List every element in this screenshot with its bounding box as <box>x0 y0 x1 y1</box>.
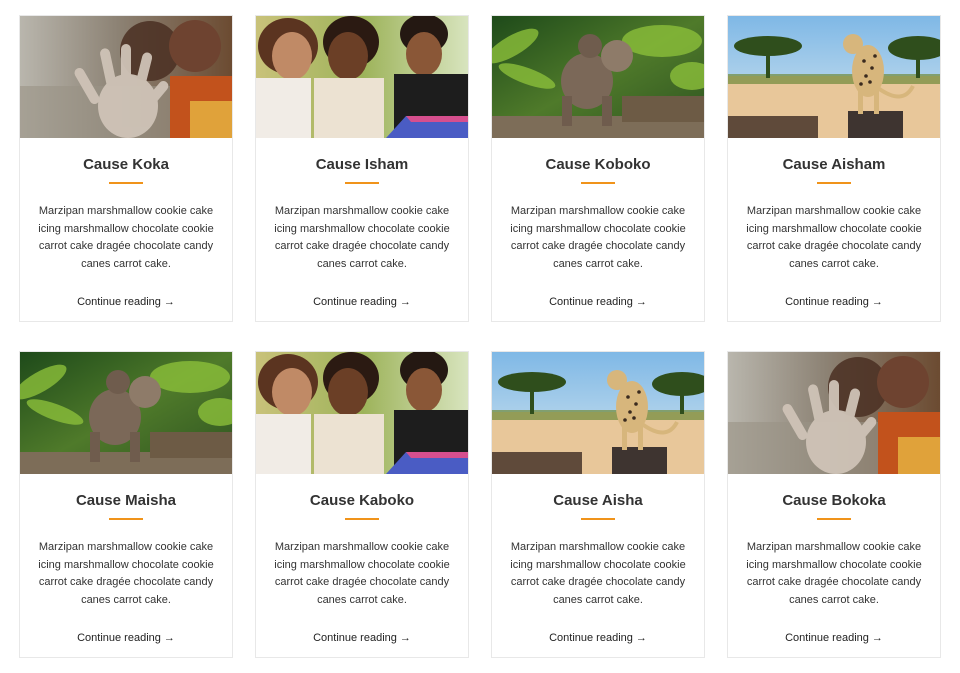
continue-reading-label: Continue reading <box>77 632 161 644</box>
arrow-right-icon: → <box>871 632 883 644</box>
hand-boy-photo <box>728 352 940 474</box>
cause-image[interactable] <box>728 352 940 474</box>
cause-image[interactable] <box>492 352 704 474</box>
cause-title[interactable]: Cause Koka <box>20 155 232 175</box>
continue-reading-label: Continue reading <box>77 296 161 308</box>
continue-reading-label: Continue reading <box>785 632 869 644</box>
cause-image[interactable] <box>728 16 940 138</box>
children-reading-photo <box>256 16 468 138</box>
cause-card: Cause Koboko Marzipan marshmallow cookie… <box>491 15 705 322</box>
cheetah-savanna-photo <box>728 16 940 138</box>
continue-reading-link[interactable]: Continue reading → <box>256 295 468 309</box>
cause-description: Marzipan marshmallow cookie cake icing m… <box>746 541 922 606</box>
title-underline <box>109 182 143 184</box>
title-underline <box>345 182 379 184</box>
arrow-right-icon: → <box>635 632 647 644</box>
cause-card: Cause Isham Marzipan marshmallow cookie … <box>255 15 469 322</box>
cause-card: Cause Koka Marzipan marshmallow cookie c… <box>19 15 233 322</box>
hand-boy-photo <box>20 16 232 138</box>
cause-title[interactable]: Cause Bokoka <box>728 491 940 511</box>
continue-reading-link[interactable]: Continue reading → <box>492 631 704 645</box>
monkey-jungle-photo <box>492 16 704 138</box>
continue-reading-label: Continue reading <box>313 632 397 644</box>
cause-title[interactable]: Cause Aisha <box>492 491 704 511</box>
arrow-right-icon: → <box>635 296 647 308</box>
children-reading-photo <box>256 352 468 474</box>
arrow-right-icon: → <box>399 296 411 308</box>
cause-description: Marzipan marshmallow cookie cake icing m… <box>510 205 686 270</box>
cause-card: Cause Maisha Marzipan marshmallow cookie… <box>19 351 233 658</box>
continue-reading-link[interactable]: Continue reading → <box>492 295 704 309</box>
cheetah-savanna-photo <box>492 352 704 474</box>
continue-reading-link[interactable]: Continue reading → <box>728 631 940 645</box>
title-underline <box>109 518 143 520</box>
continue-reading-label: Continue reading <box>785 296 869 308</box>
cause-description: Marzipan marshmallow cookie cake icing m… <box>746 205 922 270</box>
continue-reading-link[interactable]: Continue reading → <box>256 631 468 645</box>
arrow-right-icon: → <box>871 296 883 308</box>
cause-description: Marzipan marshmallow cookie cake icing m… <box>38 205 214 270</box>
cause-image[interactable] <box>256 16 468 138</box>
cause-title[interactable]: Cause Maisha <box>20 491 232 511</box>
arrow-right-icon: → <box>163 632 175 644</box>
cause-title[interactable]: Cause Koboko <box>492 155 704 175</box>
monkey-jungle-photo <box>20 352 232 474</box>
cause-image[interactable] <box>492 16 704 138</box>
continue-reading-link[interactable]: Continue reading → <box>20 631 232 645</box>
arrow-right-icon: → <box>163 296 175 308</box>
cause-image[interactable] <box>20 352 232 474</box>
cause-title[interactable]: Cause Isham <box>256 155 468 175</box>
cause-description: Marzipan marshmallow cookie cake icing m… <box>510 541 686 606</box>
cause-description: Marzipan marshmallow cookie cake icing m… <box>274 205 450 270</box>
continue-reading-label: Continue reading <box>549 632 633 644</box>
cause-image[interactable] <box>20 16 232 138</box>
cause-description: Marzipan marshmallow cookie cake icing m… <box>274 541 450 606</box>
cause-title[interactable]: Cause Aisham <box>728 155 940 175</box>
cause-card: Cause Bokoka Marzipan marshmallow cookie… <box>727 351 941 658</box>
cause-card: Cause Aisham Marzipan marshmallow cookie… <box>727 15 941 322</box>
title-underline <box>581 182 615 184</box>
cause-card: Cause Kaboko Marzipan marshmallow cookie… <box>255 351 469 658</box>
continue-reading-label: Continue reading <box>313 296 397 308</box>
title-underline <box>817 518 851 520</box>
continue-reading-link[interactable]: Continue reading → <box>728 295 940 309</box>
continue-reading-link[interactable]: Continue reading → <box>20 295 232 309</box>
cause-image[interactable] <box>256 352 468 474</box>
title-underline <box>581 518 615 520</box>
cause-card: Cause Aisha Marzipan marshmallow cookie … <box>491 351 705 658</box>
causes-grid: Cause Koka Marzipan marshmallow cookie c… <box>0 0 960 673</box>
title-underline <box>817 182 851 184</box>
title-underline <box>345 518 379 520</box>
cause-description: Marzipan marshmallow cookie cake icing m… <box>38 541 214 606</box>
arrow-right-icon: → <box>399 632 411 644</box>
continue-reading-label: Continue reading <box>549 296 633 308</box>
cause-title[interactable]: Cause Kaboko <box>256 491 468 511</box>
